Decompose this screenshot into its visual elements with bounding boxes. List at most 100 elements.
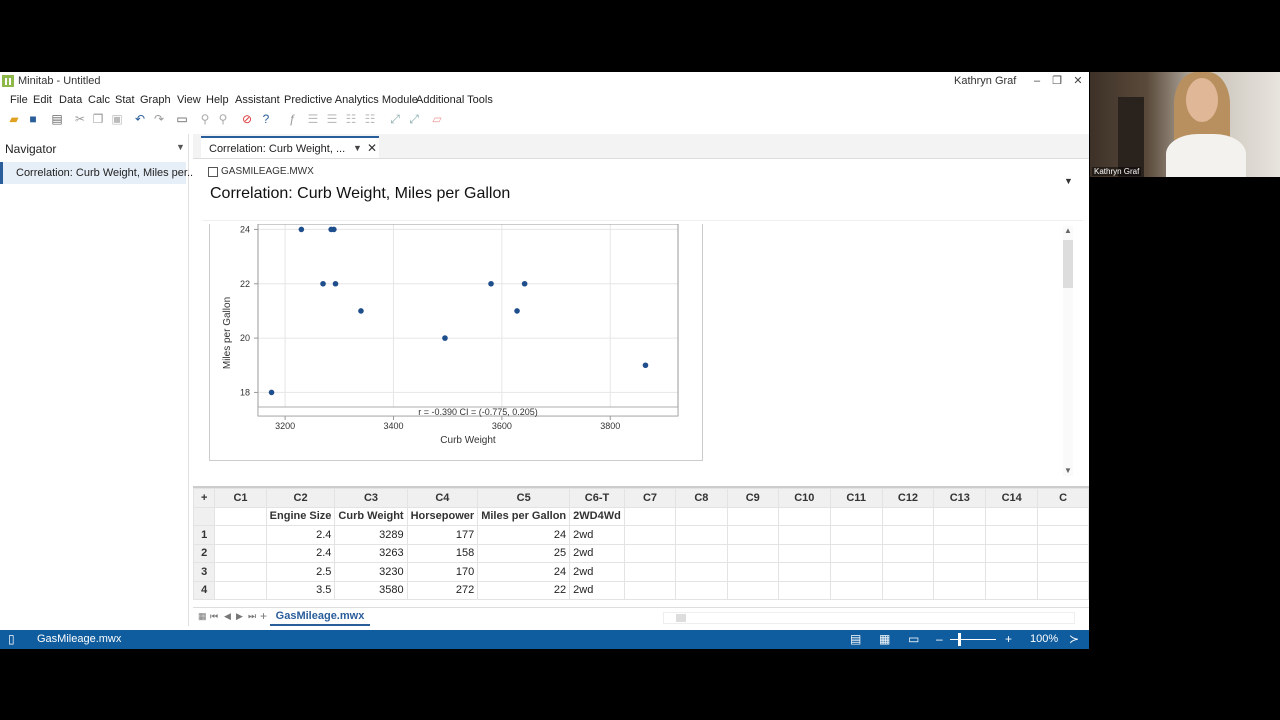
cell[interactable]: 22 — [477, 580, 571, 600]
column-header-c1[interactable]: C1 — [214, 488, 267, 508]
cell[interactable]: 2wd — [569, 562, 625, 582]
find-icon[interactable]: ⚲ — [198, 112, 212, 126]
cell[interactable] — [881, 525, 935, 545]
column-name-cell[interactable] — [881, 506, 935, 526]
scatter-point[interactable] — [521, 280, 528, 287]
column-header-c15[interactable]: C — [1037, 488, 1089, 508]
cell[interactable] — [623, 562, 677, 582]
column-name-cell[interactable] — [214, 506, 267, 526]
cell[interactable] — [1037, 525, 1089, 545]
cell[interactable] — [1037, 580, 1089, 600]
select-all-cell[interactable]: + — [193, 488, 216, 508]
cell[interactable]: 2wd — [569, 543, 625, 563]
cell[interactable] — [881, 562, 935, 582]
cell[interactable]: 158 — [406, 543, 479, 563]
cell[interactable]: 3580 — [334, 580, 408, 600]
cell[interactable]: 2.5 — [265, 562, 336, 582]
cancel-icon[interactable]: ⊘ — [240, 112, 254, 126]
row-header[interactable]: 2 — [193, 543, 216, 563]
worksheet-horizontal-scrollbar[interactable] — [663, 612, 1075, 624]
worksheet-layout-icon[interactable]: ▦ — [879, 633, 890, 646]
scatter-point[interactable] — [514, 308, 520, 314]
cell[interactable] — [777, 525, 831, 545]
column-name-cell[interactable]: Engine Size — [265, 506, 336, 526]
print-icon[interactable]: ▤ — [50, 112, 64, 126]
split-layout-icon[interactable]: ▭ — [908, 633, 919, 646]
zoom-slider[interactable] — [950, 639, 996, 640]
scroll-down-icon[interactable]: ▼ — [1063, 466, 1073, 475]
undo-icon[interactable]: ↶ — [133, 112, 147, 126]
cell[interactable]: 24 — [477, 562, 571, 582]
paste-icon[interactable]: ▣ — [110, 112, 124, 126]
copy-icon[interactable]: ❐ — [91, 112, 105, 126]
column-name-cell[interactable] — [829, 506, 883, 526]
scroll-up-icon[interactable]: ▲ — [1063, 226, 1073, 235]
column-header-c5[interactable]: C5 — [477, 488, 571, 508]
column-name-cell[interactable] — [675, 506, 728, 526]
cell[interactable] — [829, 543, 883, 563]
menu-assistant[interactable]: Assistant — [235, 94, 280, 106]
cell[interactable] — [623, 580, 677, 600]
cell[interactable]: 24 — [477, 525, 571, 545]
column-header-c6[interactable]: C6-T — [569, 488, 625, 508]
row-header[interactable]: 1 — [193, 525, 216, 545]
zoom-slider-thumb[interactable] — [958, 633, 961, 646]
close-icon[interactable]: ✕ — [367, 141, 377, 155]
menu-data[interactable]: Data — [59, 94, 82, 106]
column-header-c10[interactable]: C10 — [777, 488, 831, 508]
scatter-point[interactable] — [320, 280, 326, 287]
column-header-c8[interactable]: C8 — [675, 488, 728, 508]
chevron-down-icon[interactable]: ▼ — [176, 142, 185, 152]
menu-view[interactable]: View — [177, 94, 201, 106]
cell[interactable] — [675, 543, 728, 563]
user-name[interactable]: Kathryn Graf — [954, 75, 1016, 87]
scatter-point[interactable] — [332, 280, 339, 287]
menu-calc[interactable]: Calc — [88, 94, 110, 106]
menu-graph[interactable]: Graph — [140, 94, 171, 106]
cell[interactable] — [933, 525, 987, 545]
cell[interactable] — [985, 525, 1039, 545]
cell[interactable] — [675, 562, 728, 582]
scatter-point[interactable] — [442, 335, 448, 341]
column-name-cell[interactable]: 2WD4Wd — [569, 506, 625, 526]
column-name-cell[interactable]: Miles per Gallon — [477, 506, 571, 526]
add-sheet-icon[interactable]: + — [260, 609, 267, 623]
cell[interactable] — [829, 562, 883, 582]
restore-button[interactable]: ❐ — [1047, 73, 1067, 89]
cell[interactable] — [726, 580, 779, 600]
close-button[interactable]: ✕ — [1068, 73, 1088, 89]
cell[interactable] — [623, 525, 677, 545]
cell[interactable] — [985, 543, 1039, 563]
cell[interactable] — [777, 543, 831, 563]
cell[interactable]: 25 — [477, 543, 571, 563]
scatter-point[interactable] — [358, 308, 364, 314]
next-sheet-icon[interactable]: ▶ — [236, 611, 243, 622]
column-name-cell[interactable] — [777, 506, 831, 526]
cell[interactable] — [726, 543, 779, 563]
command-line-icon[interactable]: ≻ — [1069, 633, 1079, 646]
output-vertical-scrollbar[interactable]: ▲ ▼ — [1063, 226, 1073, 476]
column-header-c3[interactable]: C3 — [334, 488, 408, 508]
scatter-point[interactable] — [488, 280, 494, 287]
help-icon[interactable]: ? — [259, 112, 273, 126]
cell[interactable] — [623, 543, 677, 563]
cell[interactable]: 2wd — [569, 580, 625, 600]
cell[interactable] — [881, 543, 935, 563]
column-name-cell[interactable] — [1037, 506, 1089, 526]
cell[interactable]: 170 — [406, 562, 479, 582]
menu-stat[interactable]: Stat — [115, 94, 135, 106]
cell[interactable] — [726, 562, 779, 582]
scatter-point[interactable] — [331, 226, 337, 233]
move-columns-icon[interactable]: ☷ — [344, 112, 358, 126]
menu-predictive-analytics[interactable]: Predictive Analytics Module — [284, 94, 418, 106]
cell[interactable] — [675, 525, 728, 545]
column-header-c11[interactable]: C11 — [829, 488, 883, 508]
column-name-cell[interactable] — [933, 506, 987, 526]
open-folder-icon[interactable]: ▰ — [7, 112, 21, 126]
cell[interactable]: 177 — [406, 525, 479, 545]
output-options-icon[interactable]: ▼ — [1064, 176, 1073, 186]
cell[interactable] — [933, 562, 987, 582]
cell[interactable]: 272 — [406, 580, 479, 600]
cell[interactable] — [985, 580, 1039, 600]
column-name-cell[interactable]: Curb Weight — [334, 506, 408, 526]
